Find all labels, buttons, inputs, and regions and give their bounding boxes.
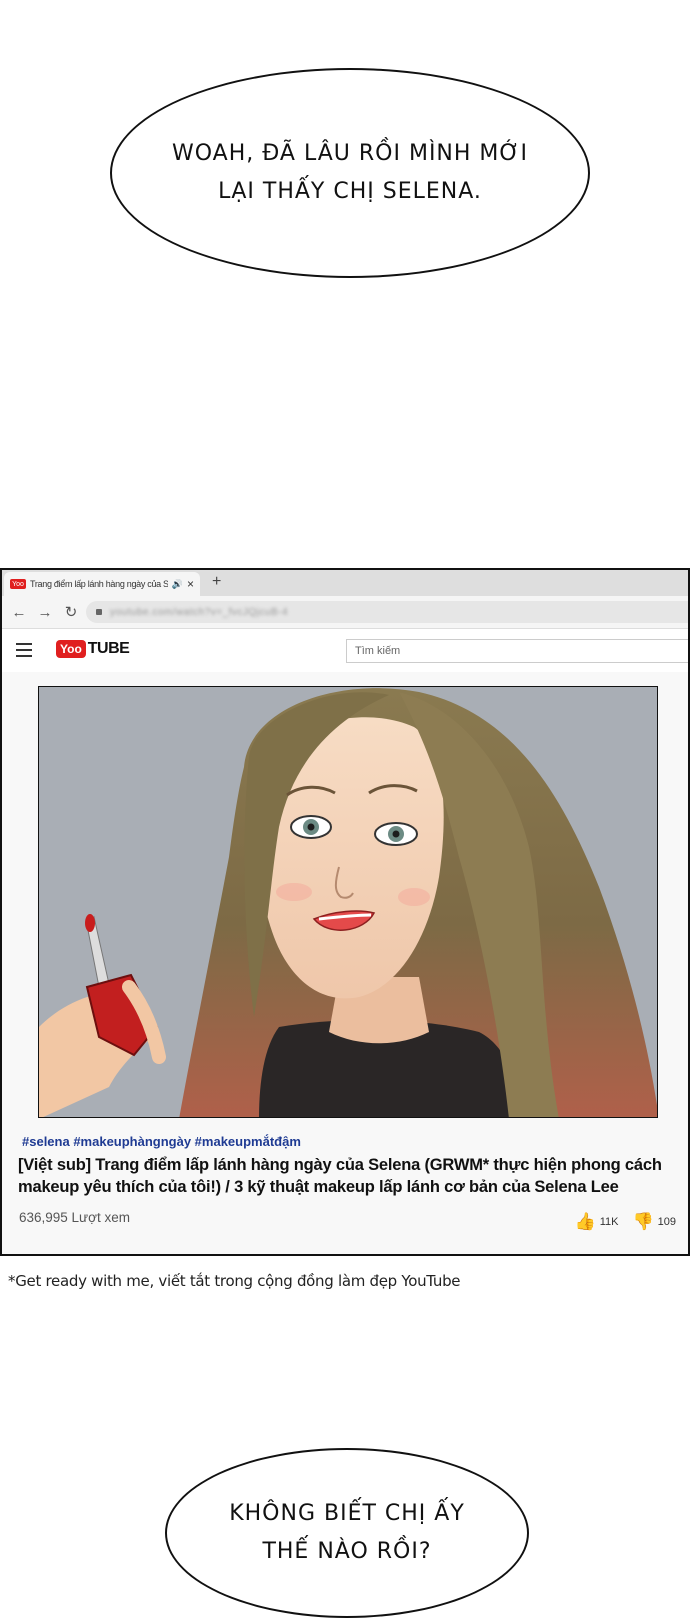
tab-close-button[interactable]: × <box>187 577 194 591</box>
footnote: *Get ready with me, viết tắt trong cộng … <box>8 1272 461 1290</box>
video-title: [Việt sub] Trang điểm lấp lánh hàng ngày… <box>18 1156 662 1196</box>
tab-title: Trang điểm lấp lánh hàng ngày của Selena <box>30 579 168 589</box>
forward-button[interactable]: → <box>36 604 54 621</box>
youtube-logo[interactable]: Yoo TUBE <box>56 640 130 658</box>
favicon: Yoo <box>10 579 26 589</box>
browser-tab[interactable]: Yoo Trang điểm lấp lánh hàng ngày của Se… <box>4 572 200 596</box>
back-button[interactable]: ← <box>10 604 28 621</box>
speech-bubble-bottom: Không biết chị ấy thế nào rồi? <box>165 1448 529 1618</box>
video-thumbnail-illustration <box>39 687 657 1117</box>
video-page: #selena #makeuphàngngày #makeupmắtđậm [V… <box>2 672 688 1254</box>
speech-bubble-top: Woah, đã lâu rồi mình mới lại thấy chị S… <box>110 68 590 278</box>
hamburger-menu-icon[interactable] <box>16 643 32 657</box>
url-field[interactable]: youtube.com/watch?v=_fvcJQjcuB-4 <box>86 601 688 623</box>
url-text: youtube.com/watch?v=_fvcJQjcuB-4 <box>110 606 289 618</box>
dislike-count: 109 <box>657 1216 676 1228</box>
logo-text: TUBE <box>87 640 130 657</box>
search-input[interactable]: Tìm kiếm <box>346 639 688 663</box>
logo-red-box: Yoo <box>56 640 86 658</box>
new-tab-button[interactable]: + <box>212 573 221 591</box>
like-count: 11K <box>599 1216 619 1228</box>
video-player[interactable] <box>38 686 658 1118</box>
browser-window: Yoo Trang điểm lấp lánh hàng ngày của Se… <box>0 568 690 1256</box>
rating-bar: 👍 11K 👎 109 <box>575 1212 676 1232</box>
address-bar: ← → ↻ youtube.com/watch?v=_fvcJQjcuB-4 <box>2 596 688 629</box>
thumbs-up-icon[interactable]: 👍 <box>575 1212 596 1232</box>
view-count: 636,995 Lượt xem <box>19 1210 130 1225</box>
lock-icon <box>96 609 102 615</box>
reload-button[interactable]: ↻ <box>62 603 80 621</box>
video-tags[interactable]: #selena #makeuphàngngày #makeupmắtđậm <box>22 1134 301 1149</box>
speech-bubble-top-text: Woah, đã lâu rồi mình mới lại thấy chị S… <box>172 141 528 204</box>
tab-bar: Yoo Trang điểm lấp lánh hàng ngày của Se… <box>2 570 688 596</box>
speaker-icon[interactable]: 🔊 <box>172 579 183 590</box>
youtube-header: Yoo TUBE Tìm kiếm <box>2 629 688 673</box>
thumbs-down-icon[interactable]: 👎 <box>632 1212 653 1232</box>
speech-bubble-bottom-text: Không biết chị ấy thế nào rồi? <box>229 1501 465 1564</box>
